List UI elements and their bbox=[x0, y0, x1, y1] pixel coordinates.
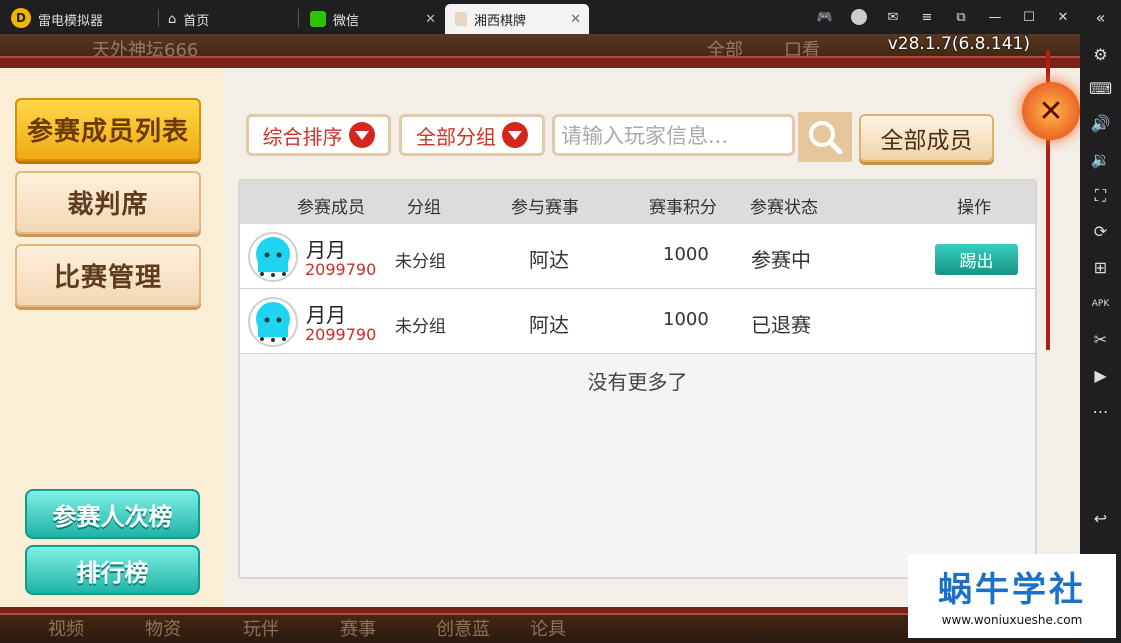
table-row: 月月 2099790 未分组 阿达 1000 参赛中 踢出 bbox=[240, 224, 1035, 289]
octopus-avatar-icon bbox=[256, 302, 290, 342]
bg-text: 物资 bbox=[145, 619, 181, 640]
dropdown-arrow-icon bbox=[502, 122, 528, 148]
kick-button[interactable]: 踢出 bbox=[935, 244, 1018, 275]
tab-wechat-label: 微信 bbox=[333, 13, 360, 29]
watermark-url: www.woniuxueshe.com bbox=[941, 613, 1083, 627]
tab-xiangxi-label: 湘西棋牌 bbox=[474, 13, 527, 29]
octopus-avatar-icon bbox=[256, 237, 290, 277]
leaderboard-button[interactable]: 排行榜 bbox=[25, 545, 200, 595]
tab-home-label: 首页 bbox=[183, 13, 210, 29]
bg-text: 视频 bbox=[48, 619, 84, 640]
keyboard-icon[interactable]: ⌨ bbox=[1088, 76, 1113, 101]
tab-wechat-close-icon[interactable]: ✕ bbox=[425, 12, 436, 27]
menu-referee[interactable]: 裁判席 bbox=[15, 171, 201, 234]
scissors-icon[interactable]: ✂ bbox=[1088, 327, 1113, 352]
close-x-icon: ✕ bbox=[1038, 93, 1064, 129]
version-label: v28.1.7(6.8.141) bbox=[887, 34, 1030, 54]
tab-xiangxi[interactable]: 湘西棋牌 ✕ bbox=[445, 4, 589, 34]
member-status: 参赛中 bbox=[751, 248, 811, 272]
group-dropdown-label: 全部分组 bbox=[416, 124, 496, 149]
tab-wechat[interactable]: 微信 ✕ bbox=[300, 4, 444, 34]
watermark-title: 蜗牛学社 bbox=[938, 570, 1086, 610]
bg-text: 赛事 bbox=[340, 619, 376, 640]
menu-member-list[interactable]: 参赛成员列表 bbox=[15, 98, 201, 161]
member-name: 月月 bbox=[306, 303, 346, 327]
apk-icon[interactable]: APK bbox=[1088, 291, 1113, 316]
member-event: 阿达 bbox=[529, 248, 569, 272]
member-id: 2099790 bbox=[305, 260, 377, 279]
search-input[interactable]: 请输入玩家信息... bbox=[552, 114, 795, 156]
fullscreen-icon[interactable]: ⛶ bbox=[1088, 183, 1113, 208]
member-id: 2099790 bbox=[305, 325, 377, 344]
bg-text: 论具 bbox=[530, 619, 566, 640]
bg-text: 创意蓝 bbox=[436, 619, 490, 640]
app-name: 雷电模拟器 bbox=[38, 14, 104, 29]
bg-text: 玩伴 bbox=[243, 619, 279, 640]
menu-match-manage[interactable]: 比赛管理 bbox=[15, 244, 201, 307]
left-menu-panel: 参赛成员列表 裁判席 比赛管理 参赛人次榜 排行榜 bbox=[0, 68, 224, 607]
collapse-icon[interactable]: « bbox=[1088, 5, 1113, 30]
sort-dropdown[interactable]: 综合排序 bbox=[246, 114, 391, 156]
game-icon bbox=[455, 12, 467, 26]
volume-down-icon[interactable]: 🔉 bbox=[1088, 147, 1113, 172]
table-row: 月月 2099790 未分组 阿达 1000 已退赛 bbox=[240, 289, 1035, 354]
watermark: 蜗牛学社 www.woniuxueshe.com bbox=[908, 554, 1116, 638]
more-icon[interactable]: ⋯ bbox=[1088, 399, 1113, 424]
col-event: 参与赛事 bbox=[511, 198, 579, 218]
settings-icon[interactable]: ⚙ bbox=[1088, 42, 1113, 67]
search-button[interactable] bbox=[798, 112, 852, 162]
volume-up-icon[interactable]: 🔊 bbox=[1088, 111, 1113, 136]
member-group: 未分组 bbox=[395, 252, 446, 272]
all-members-button[interactable]: 全部成员 bbox=[859, 114, 994, 162]
multi-instance-icon[interactable]: ⊞ bbox=[1088, 255, 1113, 280]
wechat-icon bbox=[310, 11, 326, 27]
rotate-icon[interactable]: ⟳ bbox=[1088, 219, 1113, 244]
tab-xiangxi-close-icon[interactable]: ✕ bbox=[570, 12, 581, 27]
no-more-text: 没有更多了 bbox=[587, 370, 688, 394]
member-table: 参赛成员 分组 参与赛事 赛事积分 参赛状态 操作 月月 2099790 未分组… bbox=[238, 179, 1037, 579]
mail-icon[interactable]: ✉ bbox=[876, 0, 910, 34]
game-screen: 天外神坛666 全部 口看 v28.1.7(6.8.141) 视频 物资 玩伴 … bbox=[0, 34, 1080, 643]
dialog-close-button[interactable]: ✕ bbox=[1022, 82, 1080, 140]
col-status: 参赛状态 bbox=[750, 198, 818, 218]
col-action: 操作 bbox=[957, 198, 991, 218]
menu-icon[interactable]: ≡ bbox=[910, 0, 944, 34]
dropdown-arrow-icon bbox=[348, 122, 375, 148]
gamepad-icon[interactable]: 🎮 bbox=[808, 0, 842, 34]
dialog-body: 参赛成员列表 裁判席 比赛管理 参赛人次榜 排行榜 综合排序 全部分组 请输入玩… bbox=[0, 68, 1080, 607]
member-group: 未分组 bbox=[395, 317, 446, 337]
col-score: 赛事积分 bbox=[649, 198, 717, 218]
minimize-icon[interactable]: — bbox=[978, 0, 1012, 34]
emulator-sidebar: « ⚙ ⌨ 🔊 🔉 ⛶ ⟳ ⊞ APK ✂ ▶ ⋯ ↩ bbox=[1080, 0, 1121, 643]
close-icon[interactable]: ✕ bbox=[1046, 0, 1080, 34]
member-score: 1000 bbox=[663, 244, 709, 265]
tab-home[interactable]: ⌂ 首页 bbox=[158, 4, 298, 34]
dialog-frame: 参赛成员列表 裁判席 比赛管理 参赛人次榜 排行榜 综合排序 全部分组 请输入玩… bbox=[0, 56, 1080, 615]
emulator-titlebar: D 雷电模拟器 ⌂ 首页 微信 ✕ 湘西棋牌 ✕ 🎮 ✉ ≡ ⧉ — ☐ ✕ bbox=[0, 0, 1080, 34]
table-header: 参赛成员 分组 参与赛事 赛事积分 参赛状态 操作 bbox=[240, 181, 1035, 224]
participation-rank-button[interactable]: 参赛人次榜 bbox=[25, 489, 200, 539]
sort-dropdown-label: 综合排序 bbox=[262, 124, 343, 149]
col-group: 分组 bbox=[407, 198, 441, 218]
back-icon[interactable]: ↩ bbox=[1088, 506, 1113, 531]
record-icon[interactable]: ▶ bbox=[1088, 363, 1113, 388]
app-logo-icon: D bbox=[11, 8, 31, 28]
maximize-icon[interactable]: ☐ bbox=[1012, 0, 1046, 34]
avatar bbox=[248, 232, 298, 282]
search-icon bbox=[809, 121, 843, 155]
group-dropdown[interactable]: 全部分组 bbox=[399, 114, 545, 156]
member-name: 月月 bbox=[306, 238, 346, 262]
home-icon: ⌂ bbox=[168, 11, 177, 27]
popout-icon[interactable]: ⧉ bbox=[944, 0, 978, 34]
avatar bbox=[248, 297, 298, 347]
member-status: 已退赛 bbox=[751, 313, 811, 337]
member-event: 阿达 bbox=[529, 313, 569, 337]
member-score: 1000 bbox=[663, 309, 709, 330]
col-member: 参赛成员 bbox=[297, 198, 365, 218]
account-icon[interactable] bbox=[842, 0, 876, 34]
